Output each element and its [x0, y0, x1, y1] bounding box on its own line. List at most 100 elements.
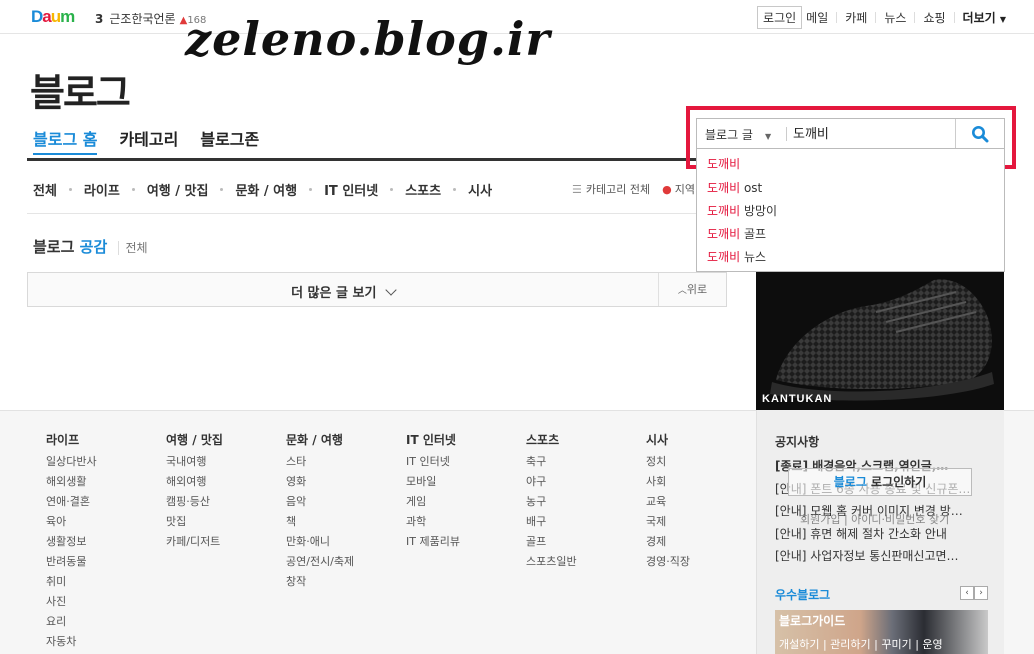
directory-link[interactable]: 국제 — [646, 512, 690, 532]
dot-separator — [131, 188, 135, 191]
directory-link[interactable]: 야구 — [526, 472, 577, 492]
directory-link[interactable]: 생활정보 — [46, 532, 97, 552]
more-posts-button[interactable]: 더 많은 글 보기 — [28, 282, 658, 301]
directory-link[interactable]: 배구 — [526, 512, 577, 532]
directory-link[interactable]: 창작 — [286, 572, 354, 592]
directory-link[interactable]: 음악 — [286, 492, 354, 512]
watermark-text: zeleno.blog.ir — [185, 12, 551, 66]
heading-prefix: 블로그 — [33, 238, 75, 256]
cafe-link[interactable]: 카페 — [845, 9, 867, 26]
rank-keyword[interactable]: 근조한국언론 — [109, 12, 175, 26]
directory-heading[interactable]: 시사 — [646, 430, 690, 450]
directory-link[interactable]: 농구 — [526, 492, 577, 512]
category-current-affairs[interactable]: 시사 — [468, 180, 492, 199]
directory-link[interactable]: 책 — [286, 512, 354, 532]
directory-heading[interactable]: 문화 / 여행 — [286, 430, 354, 450]
dot-separator — [453, 188, 457, 191]
directory-heading[interactable]: 스포츠 — [526, 430, 577, 450]
daum-logo[interactable]: Daum — [31, 7, 75, 27]
login-button[interactable]: 로그인 — [757, 6, 803, 29]
suggestion-match: 도깨비 — [707, 204, 741, 218]
directory-link[interactable]: 과학 — [406, 512, 460, 532]
directory-link[interactable]: 스포츠일반 — [526, 552, 577, 572]
directory-link[interactable]: 반려동물 — [46, 552, 97, 572]
tab-category[interactable]: 카테고리 — [119, 126, 178, 155]
directory-link[interactable]: 캠핑·등산 — [166, 492, 223, 512]
directory-link[interactable]: 국내여행 — [166, 452, 223, 472]
suggestion-item[interactable]: 도깨비 골프 — [707, 225, 766, 242]
category-travel[interactable]: 여행 / 맛집 — [147, 180, 209, 199]
directory-link[interactable]: 연애·결혼 — [46, 492, 97, 512]
directory-link[interactable]: 맛집 — [166, 512, 223, 532]
logo-letter: u — [50, 7, 61, 26]
news-link[interactable]: 뉴스 — [884, 9, 906, 26]
directory-column: 시사 정치 사회 교육 국제 경제 경영·직장 — [646, 430, 690, 572]
directory-link[interactable]: 취미 — [46, 572, 97, 592]
directory-link[interactable]: 축구 — [526, 452, 577, 472]
search-bar: 블로그 글 ▼ — [696, 118, 1005, 149]
directory-link[interactable]: 해외여행 — [166, 472, 223, 492]
suggestion-item[interactable]: 도깨비 — [707, 155, 740, 172]
mail-link[interactable]: 메일 — [806, 9, 828, 26]
suggestion-item[interactable]: 도깨비 ost — [707, 179, 762, 196]
all-categories-link[interactable]: 카테고리 전체 — [586, 181, 650, 197]
directory-column: IT 인터넷 IT 인터넷 모바일 게임 과학 IT 제품리뷰 — [406, 430, 460, 552]
search-suggestions: 도깨비 도깨비 ost 도깨비 방망이 도깨비 골프 도깨비 뉴스 — [696, 149, 1005, 272]
category-sports[interactable]: 스포츠 — [405, 180, 441, 199]
divider — [836, 12, 838, 23]
directory-link[interactable]: 스타 — [286, 452, 354, 472]
directory-link[interactable]: 공연/전시/축제 — [286, 552, 354, 572]
directory-link[interactable]: 사진 — [46, 592, 97, 612]
category-life[interactable]: 라이프 — [84, 180, 120, 199]
directory-link[interactable]: 골프 — [526, 532, 577, 552]
category-all[interactable]: 전체 — [33, 180, 57, 199]
directory-link[interactable]: 게임 — [406, 492, 460, 512]
directory-link[interactable]: IT 인터넷 — [406, 452, 460, 472]
category-culture[interactable]: 문화 / 여행 — [235, 180, 297, 199]
directory-link[interactable]: 자동차 — [46, 632, 97, 652]
category-it[interactable]: IT 인터넷 — [324, 180, 378, 199]
more-services-button[interactable]: 더보기 ▼ — [963, 9, 1006, 26]
tab-blog-home[interactable]: 블로그 홈 — [33, 126, 98, 155]
directory-link[interactable]: 일상다반사 — [46, 452, 97, 472]
divider — [875, 12, 877, 23]
directory-link[interactable]: 경제 — [646, 532, 690, 552]
region-link[interactable]: 지역 — [675, 181, 695, 197]
shoe-ad-banner[interactable]: KANTUKAN — [756, 272, 1004, 410]
directory-heading[interactable]: 라이프 — [46, 430, 97, 450]
tab-blog-zone[interactable]: 블로그존 — [200, 126, 259, 155]
best-blog-heading[interactable]: 우수블로그 — [775, 586, 830, 603]
more-label: 더보기 — [962, 11, 996, 25]
directory-heading[interactable]: 여행 / 맛집 — [166, 430, 223, 450]
account-links[interactable]: 회원가입 | 아이디·비밀번호 찾기 — [800, 511, 949, 527]
directory-link[interactable]: 모바일 — [406, 472, 460, 492]
directory-link[interactable]: 육아 — [46, 512, 97, 532]
directory-link[interactable]: 해외생활 — [46, 472, 97, 492]
directory-link[interactable]: 경영·직장 — [646, 552, 690, 572]
suggestion-item[interactable]: 도깨비 뉴스 — [707, 248, 766, 265]
prev-arrow-icon[interactable]: ‹ — [960, 586, 974, 600]
suggestion-item[interactable]: 도깨비 방망이 — [707, 202, 777, 219]
directory-link[interactable]: 영화 — [286, 472, 354, 492]
directory-link[interactable]: IT 제품리뷰 — [406, 532, 460, 552]
directory-heading[interactable]: IT 인터넷 — [406, 430, 460, 450]
next-arrow-icon[interactable]: › — [974, 586, 988, 600]
logo-letter: m — [60, 7, 75, 26]
directory-link[interactable]: 카페/디저트 — [166, 532, 223, 552]
directory-link[interactable]: 사회 — [646, 472, 690, 492]
filter-all-link[interactable]: 전체 — [118, 241, 148, 255]
scroll-top-button[interactable]: ︿위로 — [658, 273, 726, 306]
shopping-link[interactable]: 쇼핑 — [923, 9, 945, 26]
page-title[interactable]: 블로그 — [30, 62, 131, 117]
directory-link[interactable]: 교육 — [646, 492, 690, 512]
search-input[interactable] — [793, 125, 943, 140]
directory-link[interactable]: 정치 — [646, 452, 690, 472]
search-button[interactable] — [955, 119, 1004, 148]
directory-link[interactable]: 만화·애니 — [286, 532, 354, 552]
notice-heading[interactable]: 공지사항 — [775, 433, 819, 450]
best-blog-card[interactable]: 블로그가이드 개설하기 | 관리하기 | 꾸미기 | 운영 — [775, 610, 988, 654]
blog-login-button[interactable]: 블로그 로그인하기 — [788, 468, 972, 496]
search-scope-select[interactable]: 블로그 글 ▼ — [705, 126, 771, 143]
directory-link[interactable]: 요리 — [46, 612, 97, 632]
notice-item[interactable]: [안내] 사업자정보 통신판매신고면… — [775, 545, 970, 568]
